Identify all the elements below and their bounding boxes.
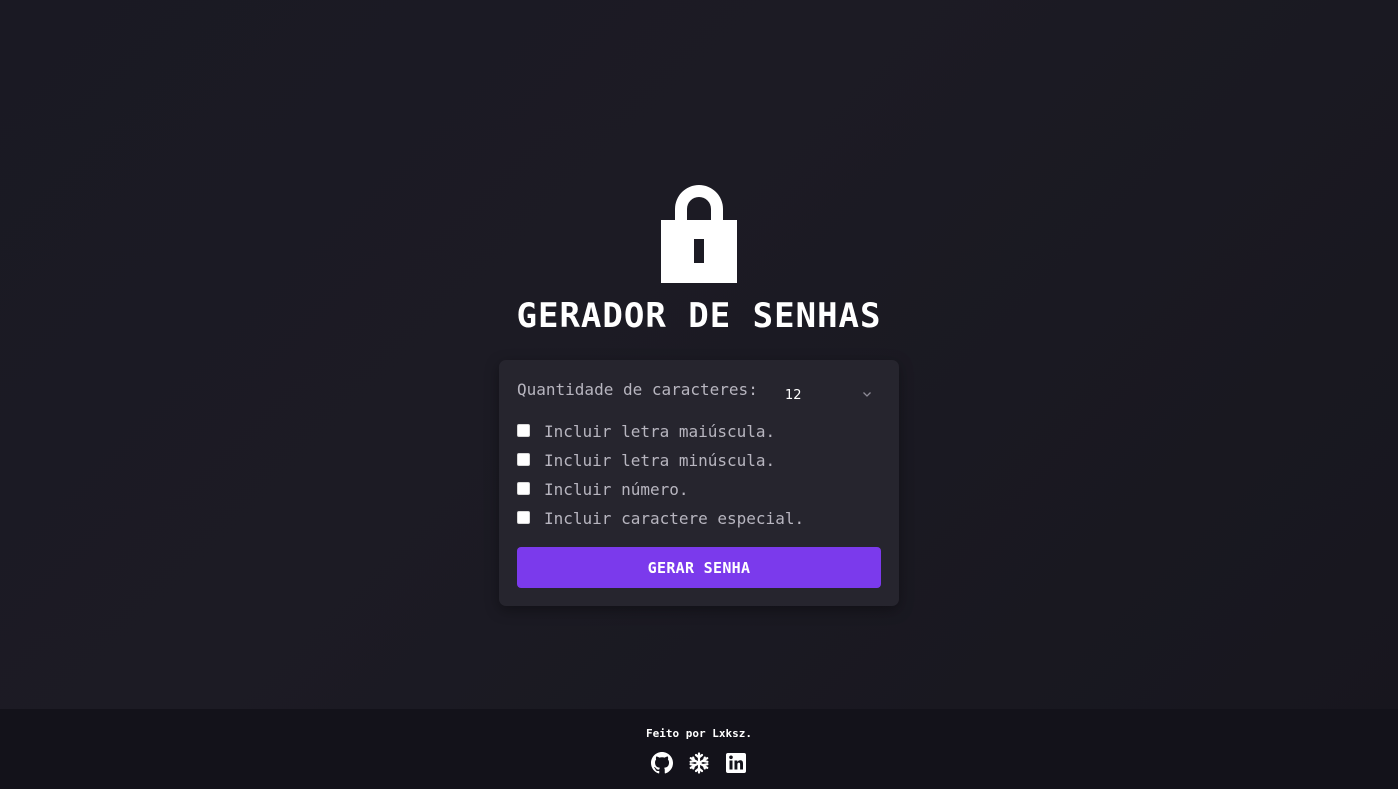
option-number[interactable]: Incluir número. xyxy=(517,480,881,500)
github-icon[interactable] xyxy=(651,752,673,774)
linkedin-icon[interactable] xyxy=(725,752,747,774)
main-section: GERADOR DE SENHAS Quantidade de caracter… xyxy=(0,0,1398,709)
length-select[interactable]: 12 xyxy=(779,382,881,406)
length-value: 12 xyxy=(785,388,802,403)
option-lowercase[interactable]: Incluir letra minúscula. xyxy=(517,451,881,471)
special-label: Incluir caractere especial. xyxy=(544,509,805,528)
page-title: GERADOR DE SENHAS xyxy=(516,296,882,336)
footer-credit: Feito por Lxksz. xyxy=(646,727,752,740)
footer: Feito por Lxksz. xyxy=(0,709,1398,789)
uppercase-label: Incluir letra maiúscula. xyxy=(544,422,776,441)
chevron-down-icon xyxy=(863,392,871,397)
number-checkbox[interactable] xyxy=(517,482,530,495)
password-form: Quantidade de caracteres: 12 Incluir let… xyxy=(499,360,899,606)
number-label: Incluir número. xyxy=(544,480,689,499)
uppercase-checkbox[interactable] xyxy=(517,424,530,437)
snowflake-icon[interactable] xyxy=(688,752,710,774)
lock-icon xyxy=(661,185,737,283)
lowercase-checkbox[interactable] xyxy=(517,453,530,466)
length-label: Quantidade de caracteres: xyxy=(517,380,758,399)
option-uppercase[interactable]: Incluir letra maiúscula. xyxy=(517,422,881,442)
option-special[interactable]: Incluir caractere especial. xyxy=(517,509,881,529)
special-checkbox[interactable] xyxy=(517,511,530,524)
generate-password-button[interactable]: GERAR SENHA xyxy=(517,547,881,588)
length-row: Quantidade de caracteres: 12 xyxy=(517,380,881,406)
lowercase-label: Incluir letra minúscula. xyxy=(544,451,776,470)
